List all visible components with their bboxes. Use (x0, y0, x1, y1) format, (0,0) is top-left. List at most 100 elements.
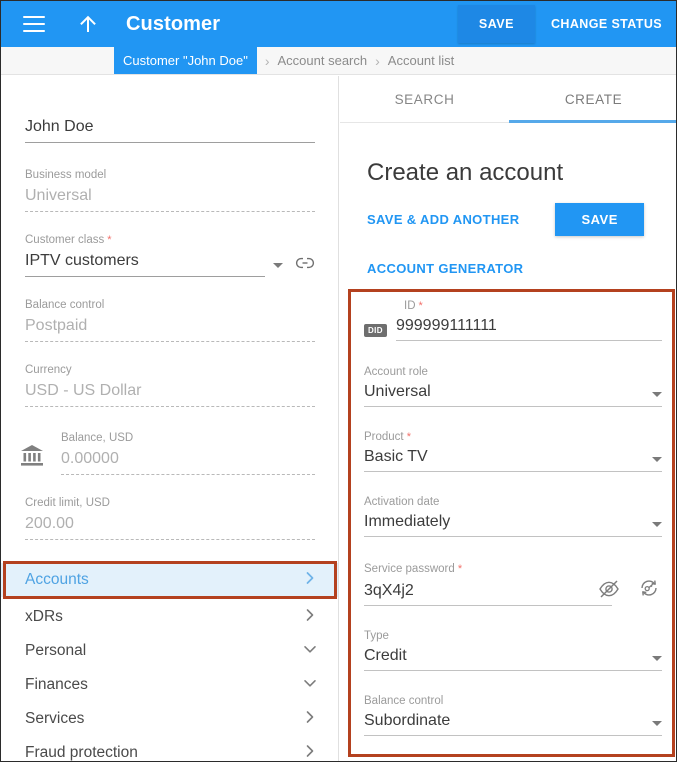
chevron-right-icon (303, 608, 317, 627)
chevron-down-icon[interactable] (652, 522, 662, 527)
tab-search[interactable]: SEARCH (340, 76, 509, 122)
create-account-heading: Create an account (367, 159, 564, 186)
arrow-up-icon[interactable] (77, 13, 99, 35)
breadcrumb-spacer (1, 47, 114, 74)
sidebar-item-label: Fraud protection (25, 744, 138, 761)
sidebar-item-label: Accounts (25, 571, 89, 588)
account-role-select[interactable]: Universal (364, 381, 652, 403)
type-row: Credit (364, 645, 662, 667)
sidebar-item-finances[interactable]: Finances (1, 668, 338, 702)
credit-limit-label: Credit limit, USD (25, 497, 110, 509)
service-password-row: 3qX4j2 (364, 578, 662, 606)
product-value: Basic TV (364, 448, 428, 465)
customer-class-select[interactable]: IPTV customers (25, 250, 265, 277)
service-password-label-text: Service password (364, 563, 455, 575)
customer-class-label: Customer class * (25, 233, 315, 247)
currency-label: Currency (25, 364, 72, 376)
activation-date-field[interactable]: Activation date Immediately (364, 495, 662, 537)
field-underline (364, 406, 662, 407)
chevron-right-icon (303, 571, 317, 590)
account-balance-control-row: Subordinate (364, 710, 662, 732)
field-underline (25, 211, 315, 212)
page-title: Customer (126, 12, 221, 35)
eye-off-icon[interactable] (598, 580, 620, 603)
balance-control-field: Balance control Postpaid (25, 298, 315, 342)
account-balance-control-value: Subordinate (364, 712, 451, 729)
sidebar-item-personal[interactable]: Personal (1, 634, 338, 668)
sidebar-item-accounts[interactable]: Accounts (1, 563, 338, 597)
account-id-field[interactable]: ID * DID 999999111111 (364, 299, 662, 341)
account-balance-control-field[interactable]: Balance control Subordinate (364, 694, 662, 736)
link-icon[interactable] (295, 256, 315, 275)
service-password-value: 3qX4j2 (364, 582, 414, 599)
service-password-field[interactable]: Service password * 3qX4j2 (364, 562, 662, 606)
save-and-add-another-button[interactable]: SAVE & ADD ANOTHER (367, 212, 519, 227)
business-model-field: Business model Universal (25, 168, 315, 212)
chevron-down-icon (303, 642, 317, 661)
save-account-button[interactable]: SAVE (555, 203, 644, 236)
product-row: Basic TV (364, 446, 662, 468)
sidebar-item-label: Services (25, 710, 85, 727)
chevron-down-icon[interactable] (273, 263, 283, 268)
did-badge: DID (364, 324, 387, 337)
customer-class-row: IPTV customers (25, 250, 315, 277)
chevron-down-icon[interactable] (652, 656, 662, 661)
balance-control-value: Postpaid (25, 317, 88, 334)
required-asterisk: * (104, 234, 112, 246)
account-id-row: DID 999999111111 (364, 315, 662, 341)
sidebar-item-label: xDRs (25, 608, 63, 625)
credit-limit-field: Credit limit, USD 200.00 (25, 496, 315, 540)
type-select[interactable]: Credit (364, 645, 652, 667)
chevron-down-icon[interactable] (652, 392, 662, 397)
credit-limit-value: 200.00 (25, 515, 74, 532)
field-underline (364, 536, 662, 537)
type-field[interactable]: Type Credit (364, 629, 662, 671)
account-id-label-text: ID (404, 300, 416, 312)
customer-details-panel: John Doe Business model Universal Custom… (1, 76, 339, 761)
chevron-down-icon (303, 676, 317, 695)
hamburger-menu-icon[interactable] (23, 16, 45, 32)
sidebar-item-label: Finances (25, 676, 88, 693)
field-underline (25, 142, 315, 143)
breadcrumb-item-account-search[interactable]: Account search (278, 47, 368, 74)
top-header: Customer SAVE CHANGE STATUS (1, 1, 676, 47)
account-balance-control-label: Balance control (364, 695, 444, 707)
breadcrumb-item-account-list[interactable]: Account list (388, 47, 454, 74)
activation-date-row: Immediately (364, 511, 662, 533)
save-button[interactable]: SAVE (457, 5, 535, 43)
business-model-label: Business model (25, 169, 107, 181)
currency-field: Currency USD - US Dollar (25, 363, 315, 407)
service-password-input[interactable]: 3qX4j2 (364, 580, 612, 606)
header-actions: SAVE CHANGE STATUS (457, 1, 676, 47)
account-generator-button[interactable]: ACCOUNT GENERATOR (367, 261, 523, 276)
account-id-value: 999999111111 (395, 317, 497, 334)
account-role-field[interactable]: Account role Universal (364, 365, 662, 407)
chevron-down-icon[interactable] (652, 457, 662, 462)
balance-value: 0.00000 (61, 450, 119, 467)
required-asterisk: * (454, 563, 463, 575)
field-underline (364, 471, 662, 472)
account-role-value: Universal (364, 383, 431, 400)
sidebar-item-xdrs[interactable]: xDRs (1, 600, 338, 634)
customer-name-field[interactable]: John Doe (25, 116, 315, 143)
panel-tabs: SEARCH CREATE (340, 76, 676, 123)
change-status-button[interactable]: CHANGE STATUS (535, 5, 676, 43)
product-select[interactable]: Basic TV (364, 446, 652, 468)
breadcrumb-item-customer[interactable]: Customer "John Doe" (114, 47, 257, 74)
bank-icon (19, 442, 45, 468)
product-field[interactable]: Product * Basic TV (364, 430, 662, 472)
chevron-down-icon[interactable] (652, 721, 662, 726)
sidebar-item-services[interactable]: Services (1, 702, 338, 736)
account-id-input[interactable]: 999999111111 (395, 315, 662, 341)
activation-date-label: Activation date (364, 496, 440, 508)
tab-create[interactable]: CREATE (509, 76, 676, 123)
customer-class-value: IPTV customers (25, 252, 139, 269)
account-balance-control-select[interactable]: Subordinate (364, 710, 652, 732)
create-account-actions: SAVE & ADD ANOTHER SAVE (367, 203, 644, 236)
sidebar-item-fraud-protection[interactable]: Fraud protection (1, 736, 338, 761)
account-role-row: Universal (364, 381, 662, 403)
activation-date-select[interactable]: Immediately (364, 511, 652, 533)
account-id-label: ID * (404, 299, 662, 313)
regenerate-password-icon[interactable] (638, 578, 660, 603)
customer-class-field[interactable]: Customer class * IPTV customers (25, 233, 315, 277)
